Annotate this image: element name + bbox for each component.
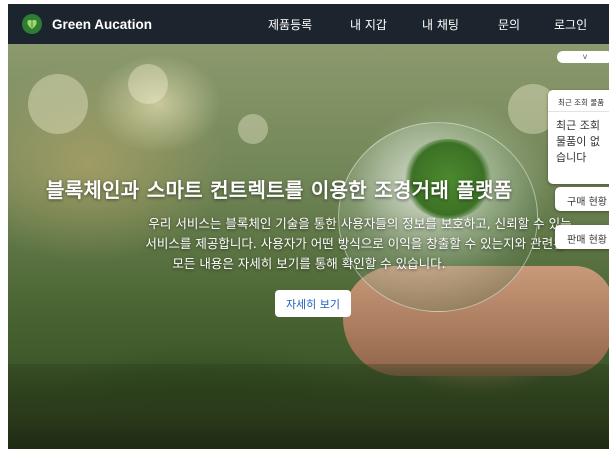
hero-bokeh [238, 114, 268, 144]
nav-item-my-chat[interactable]: 내 채팅 [422, 16, 459, 33]
recent-empty-line: 습니다 [556, 151, 587, 164]
top-navbar: Green Aucation 제품등록 내 지갑 내 채팅 문의 로그인 [8, 4, 609, 44]
recent-viewed-panel: 최근 조회 물품 최근 조회 물품이 없 습니다 [548, 90, 609, 184]
sidebar-toggle-button[interactable]: v [557, 51, 609, 63]
recent-viewed-empty-message: 최근 조회 물품이 없 습니다 [548, 112, 609, 166]
nav-item-login[interactable]: 로그인 [554, 16, 587, 33]
sale-status-button[interactable]: 판매 현황 [555, 225, 609, 249]
view-details-button[interactable]: 자세히 보기 [275, 290, 351, 317]
page-frame: Green Aucation 제품등록 내 지갑 내 채팅 문의 로그인 블록체… [8, 4, 609, 449]
hero-description: 우리 서비스는 블록체인 기술을 통한 사용자들의 정보를 보호하고, 신뢰할 … [72, 214, 609, 274]
leaf-heart-icon [22, 14, 42, 34]
recent-empty-line: 최근 조회 [556, 119, 600, 132]
hero-bokeh [28, 74, 88, 134]
hero-title: 블록체인과 스마트 컨트렉트를 이용한 조경거래 플랫폼 [46, 178, 513, 202]
recent-viewed-header: 최근 조회 물품 [548, 90, 609, 112]
brand-name: Green Aucation [52, 16, 153, 32]
hero-description-line: 우리 서비스는 블록체인 기술을 통한 사용자들의 정보를 보호하고, 신뢰할 … [148, 216, 572, 231]
hero-bokeh [128, 64, 168, 104]
nav-item-my-wallet[interactable]: 내 지갑 [350, 16, 387, 33]
nav-item-product-register[interactable]: 제품등록 [268, 16, 312, 33]
recent-empty-line: 물품이 없 [556, 135, 600, 148]
brand-logo[interactable]: Green Aucation [22, 14, 152, 34]
nav-item-inquiry[interactable]: 문의 [498, 16, 520, 33]
hero-section: 블록체인과 스마트 컨트렉트를 이용한 조경거래 플랫폼 우리 서비스는 블록체… [8, 44, 609, 449]
hero-description-line: 모든 내용은 자세히 보기를 통해 확인할 수 있습니다. [172, 256, 446, 271]
hero-description-line: 서비스를 제공합니다. 사용자가 어떤 방식으로 이익을 창출할 수 있는지와 … [145, 236, 565, 251]
purchase-status-button[interactable]: 구매 현황 [555, 187, 609, 211]
hero-plants-image [8, 364, 609, 449]
chevron-down-icon: v [582, 52, 588, 61]
